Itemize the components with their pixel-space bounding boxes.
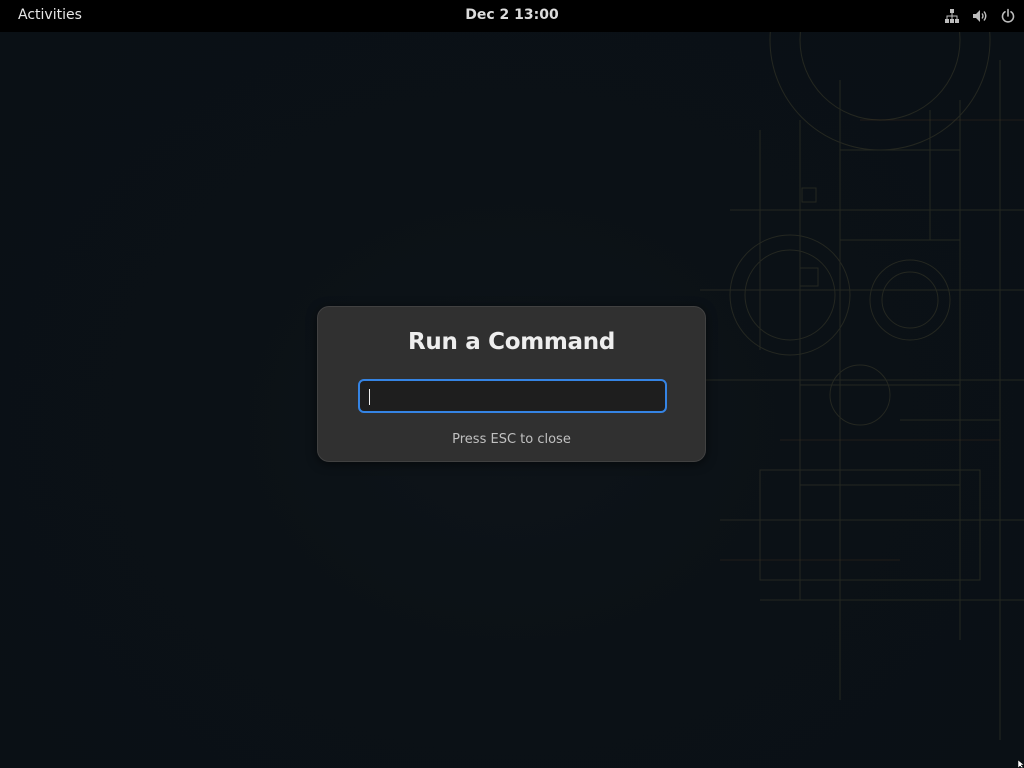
dialog-title: Run a Command	[407, 329, 616, 355]
top-bar: Activities Dec 2 13:00	[0, 0, 1024, 32]
desktop-background: Activities Dec 2 13:00 Run a Command Pre…	[0, 0, 1024, 768]
command-input[interactable]	[360, 381, 665, 411]
text-caret	[369, 389, 370, 405]
date-time-button[interactable]: Dec 2 13:00	[455, 7, 568, 23]
command-input-container	[358, 379, 667, 413]
mouse-pointer-icon	[1018, 760, 1024, 768]
system-status-menu[interactable]	[944, 0, 1016, 32]
clock-display: Dec 2 13:00	[0, 0, 1024, 32]
network-wired-icon	[945, 9, 959, 23]
power-icon	[1001, 8, 1015, 23]
run-command-dialog: Run a Command Press ESC to close	[317, 306, 706, 462]
volume-icon	[973, 10, 987, 22]
dialog-hint: Press ESC to close	[452, 432, 571, 447]
activities-button[interactable]: Activities	[10, 0, 90, 32]
